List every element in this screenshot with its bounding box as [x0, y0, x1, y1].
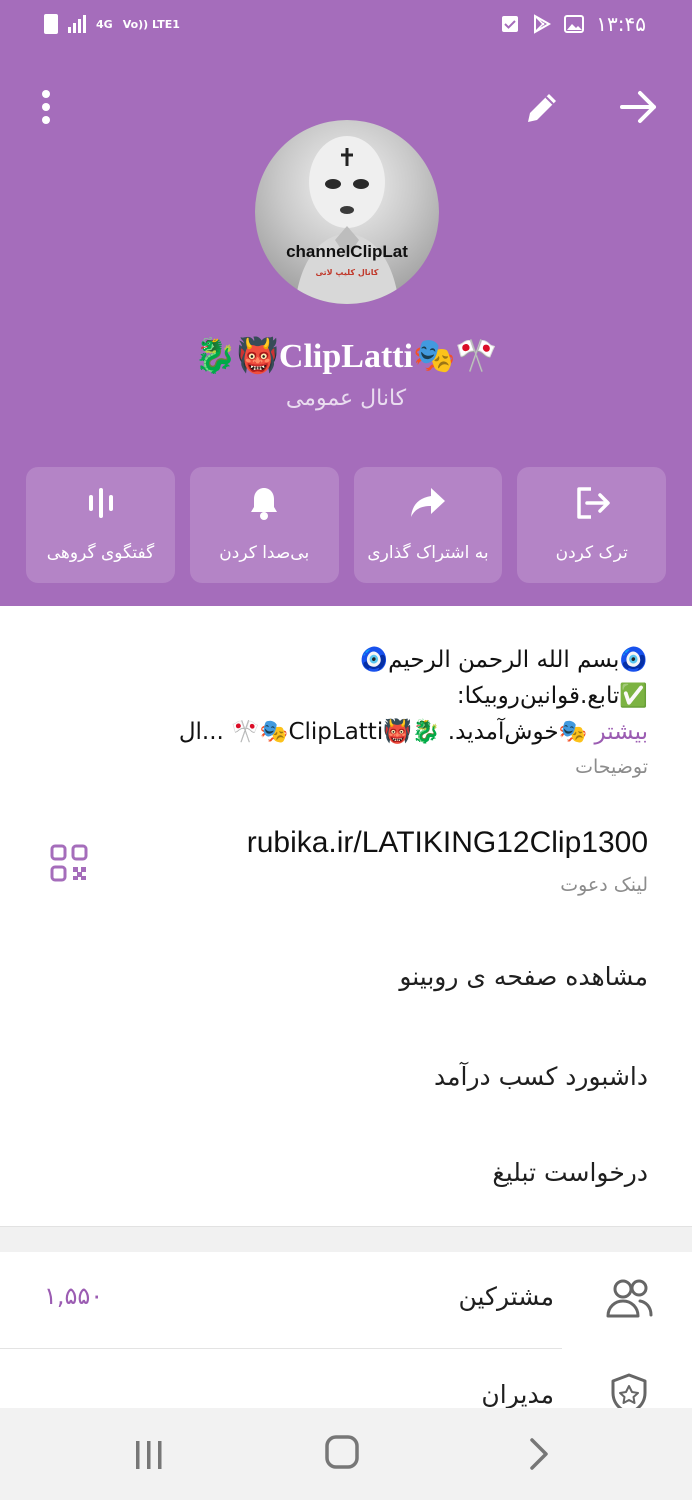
channel-avatar[interactable]: channelClipLat کانال کلیپ لاتی: [255, 120, 439, 304]
subscribers-count: ۱,۵۵۰: [44, 1282, 104, 1310]
play-store-icon: [532, 14, 552, 34]
recents-icon[interactable]: [128, 1438, 170, 1472]
voice-chat-label: گفتگوی گروهی: [46, 543, 155, 563]
row-divider: [0, 1348, 562, 1349]
action-buttons: گفتگوی گروهی بی‌صدا کردن به اشتراک گذاری…: [26, 467, 666, 583]
status-bar: 4G Vo)) LTE1 ۱۳:۴۵: [0, 0, 692, 52]
battery-icon: [44, 14, 58, 34]
avatar-text: channelClipLat: [286, 242, 408, 261]
qr-code-icon[interactable]: [50, 844, 88, 882]
gallery-icon: [564, 14, 585, 34]
network-4g: 4G: [96, 17, 113, 31]
network-lte: Vo)) LTE1: [122, 17, 180, 31]
voice-chat-button[interactable]: گفتگوی گروهی: [26, 467, 175, 583]
checkbox-icon: [500, 14, 520, 34]
leave-label: ترک کردن: [555, 543, 628, 563]
description-line-2: ✅تابع.قوانین‌روبیکا:: [456, 683, 648, 709]
channel-description: 🧿بسم الله الرحمن الرحیم🧿 ✅تابع.قوانین‌رو…: [48, 642, 648, 750]
earnings-dashboard[interactable]: داشبورد کسب درآمد: [434, 1062, 648, 1091]
status-time: ۱۳:۴۵: [596, 12, 646, 36]
system-nav-bar: [0, 1408, 692, 1500]
admins-label[interactable]: مدیران: [481, 1380, 554, 1409]
invite-link-caption: لینک دعوت: [560, 874, 648, 896]
edit-icon[interactable]: [520, 86, 564, 130]
nav-back-icon[interactable]: [522, 1436, 552, 1472]
subscribers-label[interactable]: مشترکین: [458, 1282, 554, 1311]
invite-link[interactable]: rubika.ir/LATIKING12Clip1300: [247, 826, 648, 860]
subscribers-icon: [604, 1276, 654, 1320]
mute-label: بی‌صدا کردن: [219, 543, 310, 563]
members-section: مشترکین ۱,۵۵۰ مدیران: [0, 1252, 692, 1415]
share-button[interactable]: به اشتراک گذاری: [353, 467, 503, 583]
section-divider: [0, 1226, 692, 1252]
leave-icon: [517, 483, 666, 523]
description-line-1: 🧿بسم الله الرحمن الرحیم🧿: [359, 647, 648, 673]
channel-name: 🐉👹ClipLatti🎭🎌: [194, 338, 498, 375]
home-icon[interactable]: [322, 1432, 362, 1472]
read-more-link[interactable]: بیشتر: [595, 719, 649, 745]
view-rubino-page[interactable]: مشاهده صفحه ی روبینو: [399, 962, 648, 991]
mute-button[interactable]: بی‌صدا کردن: [189, 467, 339, 583]
info-section: 🧿بسم الله الرحمن الرحیم🧿 ✅تابع.قوانین‌رو…: [0, 606, 692, 1226]
description-line-3: بیشتر 🎭خوش‌آمدید. 🐉👹ClipLatti🎭🎌 ...ال: [178, 719, 649, 745]
status-left: 4G Vo)) LTE1: [44, 14, 180, 34]
signal-icon: [68, 15, 86, 33]
status-right: ۱۳:۴۵: [500, 12, 646, 36]
voice-chat-icon: [26, 483, 175, 523]
bell-icon: [190, 483, 339, 523]
share-icon: [354, 483, 503, 523]
more-options-icon[interactable]: [34, 88, 58, 128]
leave-button[interactable]: ترک کردن: [517, 467, 666, 583]
share-label: به اشتراک گذاری: [367, 543, 489, 563]
description-caption: توضیحات: [575, 756, 648, 778]
avatar-subtext: کانال کلیپ لاتی: [315, 268, 379, 277]
back-arrow-icon[interactable]: [614, 84, 664, 130]
channel-type: کانال عمومی: [285, 386, 407, 411]
ad-request[interactable]: درخواست تبلیغ: [492, 1158, 648, 1187]
